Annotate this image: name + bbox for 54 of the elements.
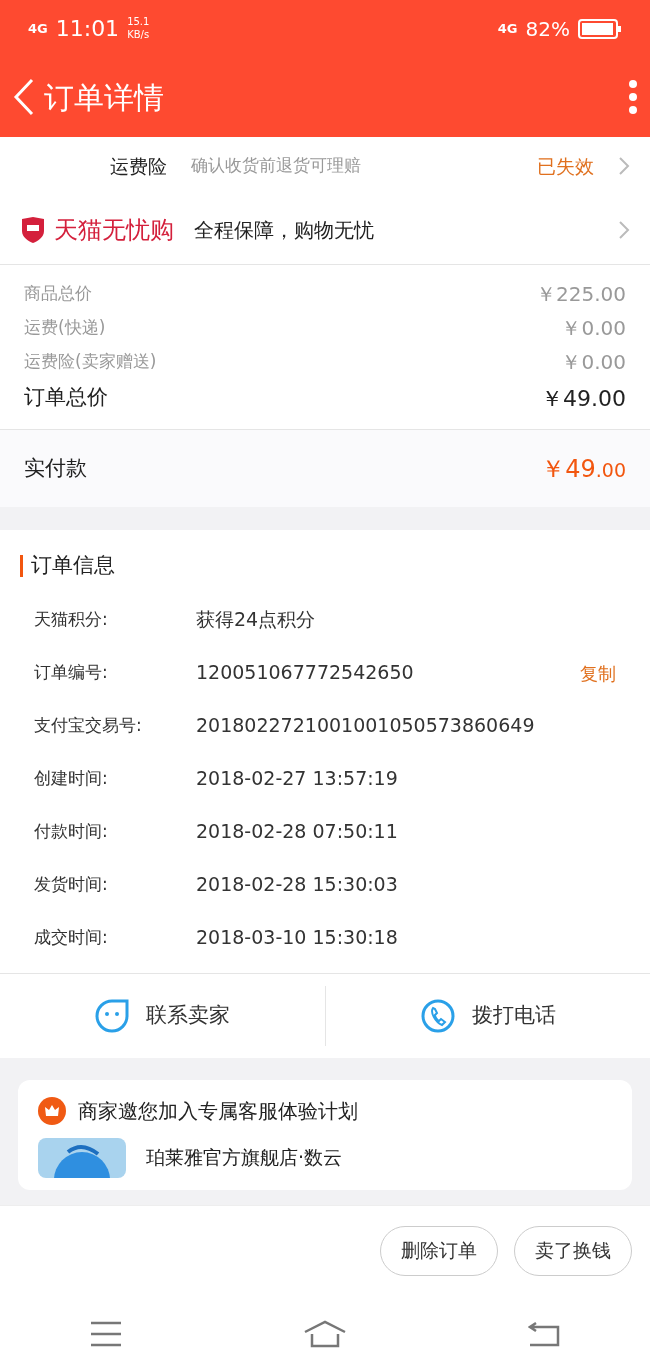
info-value: 2018022721001001050573860649: [196, 714, 536, 738]
shield-icon: [20, 215, 46, 244]
info-value: 2018-02-28 07:50:11: [196, 820, 399, 844]
more-icon[interactable]: [628, 79, 638, 115]
battery-icon: [578, 17, 622, 40]
price-value: ￥0.00: [561, 315, 626, 342]
network-indicator: 4G: [28, 19, 48, 38]
back-icon[interactable]: [12, 77, 36, 117]
invite-title: 商家邀您加入专属客服体验计划: [78, 1097, 358, 1125]
home-icon[interactable]: [303, 1319, 347, 1348]
info-label: 成交时间:: [34, 926, 109, 950]
price-value: ￥0.00: [561, 349, 626, 376]
info-value: 120051067772542650: [196, 661, 415, 685]
price-label: 运费险(卖家赠送): [24, 350, 157, 374]
price-label: 运费(快递): [24, 316, 106, 340]
chat-face-icon: [94, 997, 131, 1034]
info-label: 支付宝交易号:: [34, 714, 143, 738]
price-label: 商品总价: [24, 282, 92, 306]
section-title: 订单信息: [31, 552, 115, 579]
paid-label: 实付款: [24, 454, 87, 482]
crown-icon: [38, 1096, 66, 1125]
battery-percentage: 82%: [525, 15, 570, 43]
price-value: ￥225.00: [536, 281, 626, 308]
info-value: 获得24点积分: [196, 608, 317, 632]
info-label: 订单编号:: [34, 661, 109, 685]
guarantee-text: 全程保障，购物无忧: [194, 216, 375, 244]
paid-amount: ￥49.00: [541, 453, 626, 485]
contact-button[interactable]: 联系卖家: [0, 985, 325, 1046]
chevron-right-icon[interactable]: [618, 219, 630, 240]
info-value: 2018-02-28 15:30:03: [196, 873, 399, 897]
info-label: 创建时间:: [34, 767, 109, 791]
phone-icon: [419, 997, 456, 1034]
menu-icon[interactable]: [90, 1320, 123, 1347]
store-name: 珀莱雅官方旗舰店·数云: [146, 1145, 343, 1171]
insurance-status: 已失效: [537, 153, 594, 179]
page-title: 订单详情: [44, 78, 165, 117]
network-indicator: 4G: [497, 19, 518, 38]
back-arrow-icon[interactable]: [527, 1320, 560, 1347]
action-button[interactable]: 删除订单: [380, 1225, 498, 1276]
price-value: ￥49.00: [541, 384, 626, 413]
insurance-description: 确认收货前退货可理赔: [191, 155, 362, 177]
price-label: 订单总价: [24, 384, 108, 412]
chevron-right-icon[interactable]: [618, 156, 630, 176]
network-speed: 15.1 KB/s: [127, 16, 151, 41]
contact-button[interactable]: 拨打电话: [324, 985, 650, 1046]
info-value: 2018-02-27 13:57:19: [196, 767, 399, 791]
brand-name: 天猫无忧购: [54, 214, 174, 246]
info-label: 发货时间:: [34, 873, 109, 897]
info-value: 2018-03-10 15:30:18: [196, 926, 399, 950]
info-label: 付款时间:: [34, 820, 109, 844]
clock: 11:01: [55, 15, 120, 43]
insurance-label: 运费险: [110, 153, 167, 179]
action-button[interactable]: 卖了换钱: [514, 1225, 632, 1276]
info-label: 天猫积分:: [34, 608, 109, 632]
